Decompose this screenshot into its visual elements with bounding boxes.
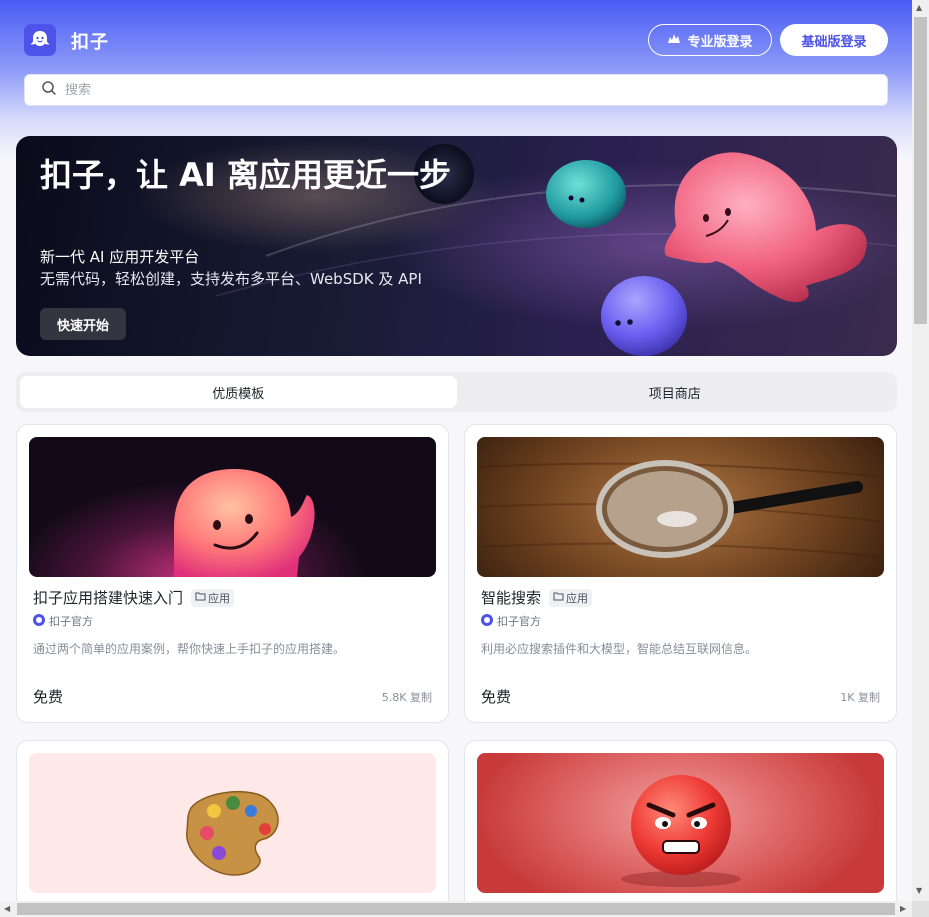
official-avatar-icon xyxy=(481,613,493,629)
vertical-scroll-thumb[interactable] xyxy=(914,17,927,324)
hero-subtitle: 新一代 AI 应用开发平台 xyxy=(40,248,200,266)
pro-login-button[interactable]: 专业版登录 xyxy=(648,24,772,56)
card-title: 智能搜索 xyxy=(481,589,542,607)
card-description: 通过两个简单的应用案例，帮你快速上手扣子的应用搭建。 xyxy=(33,642,346,656)
tag-label: 应用 xyxy=(208,591,231,605)
search-bar[interactable] xyxy=(24,74,888,106)
author-name: 扣子官方 xyxy=(49,615,93,628)
search-input[interactable] xyxy=(65,82,845,98)
template-card[interactable]: 扣子应用搭建快速入门 应用 扣子官方 通过两个简单的应用案例，帮你快速上手扣子的… xyxy=(16,424,449,723)
card-title-row: 扣子应用搭建快速入门 应用 xyxy=(33,587,235,608)
quick-start-button[interactable]: 快速开始 xyxy=(40,308,126,340)
basic-login-button[interactable]: 基础版登录 xyxy=(780,24,888,56)
card-thumbnail xyxy=(29,753,436,893)
scroll-up-icon[interactable]: ▲ xyxy=(916,3,922,12)
coze-logo-icon[interactable] xyxy=(24,24,56,56)
vertical-scrollbar[interactable]: ▲ ▼ xyxy=(912,0,929,901)
app-tag: 应用 xyxy=(191,588,235,607)
card-price: 免费 xyxy=(481,688,512,706)
card-thumbnail xyxy=(29,437,436,577)
copy-count: 1K 复制 xyxy=(840,691,880,704)
card-author: 扣子官方 xyxy=(481,613,541,629)
template-card[interactable]: 智能搜索 应用 扣子官方 利用必应搜索插件和大模型，智能总结互联网信息。 免费 … xyxy=(464,424,897,723)
pro-login-label: 专业版登录 xyxy=(687,34,753,50)
brand-name: 扣子 xyxy=(71,32,109,53)
pro-chart-icon xyxy=(667,32,681,48)
official-avatar-icon xyxy=(33,613,45,629)
card-thumbnail xyxy=(477,437,884,577)
search-icon xyxy=(41,80,57,100)
tag-label: 应用 xyxy=(566,591,589,605)
card-description: 利用必应搜索插件和大模型，智能总结互联网信息。 xyxy=(481,642,758,656)
card-thumbnail xyxy=(477,753,884,893)
scroll-right-icon[interactable]: ▶ xyxy=(900,904,906,913)
card-title-row: 智能搜索 应用 xyxy=(481,587,593,608)
scrollbar-corner xyxy=(912,901,929,917)
card-author: 扣子官方 xyxy=(33,613,93,629)
template-card[interactable] xyxy=(464,740,897,901)
scroll-down-icon[interactable]: ▼ xyxy=(916,886,922,895)
folder-icon xyxy=(553,591,564,604)
horizontal-scroll-thumb[interactable] xyxy=(17,903,895,915)
scroll-left-icon[interactable]: ◀ xyxy=(4,904,10,913)
author-name: 扣子官方 xyxy=(497,615,541,628)
page-viewport: 扣子 专业版登录 基础版登录 搜索 扣子，让 AI 离应用更近一步 新一代 AI… xyxy=(0,0,912,901)
app-tag: 应用 xyxy=(549,588,593,607)
tab-bar: 优质模板 项目商店 xyxy=(16,372,897,412)
hero-title: 扣子，让 AI 离应用更近一步 xyxy=(40,156,451,194)
hero-description: 无需代码，轻松创建，支持发布多平台、WebSDK 及 API xyxy=(40,270,422,288)
horizontal-scrollbar[interactable]: ◀ ▶ xyxy=(0,901,912,917)
template-card[interactable] xyxy=(16,740,449,901)
card-price: 免费 xyxy=(33,688,64,706)
folder-icon xyxy=(195,591,206,604)
copy-count: 5.8K 复制 xyxy=(381,691,432,704)
card-title: 扣子应用搭建快速入门 xyxy=(33,589,184,607)
tab-templates[interactable]: 优质模板 xyxy=(20,376,457,408)
hero-banner: 扣子，让 AI 离应用更近一步 新一代 AI 应用开发平台 无需代码，轻松创建，… xyxy=(16,136,897,356)
tab-project-store[interactable]: 项目商店 xyxy=(457,376,894,408)
